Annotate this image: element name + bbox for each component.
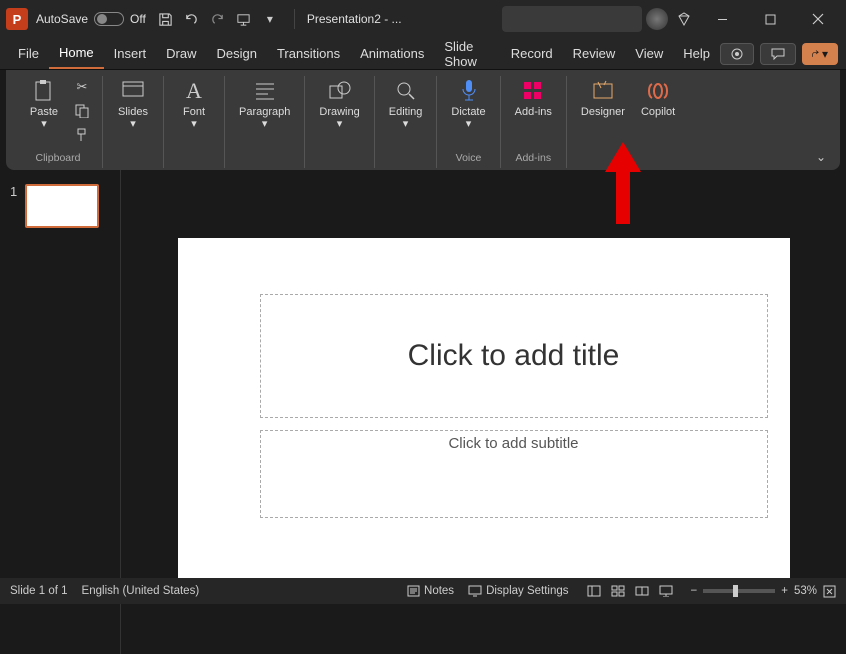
powerpoint-app-icon: P — [6, 8, 28, 30]
tab-draw[interactable]: Draw — [156, 38, 206, 69]
group-font: A Font▾ — [164, 76, 225, 168]
tab-view[interactable]: View — [625, 38, 673, 69]
tab-review[interactable]: Review — [563, 38, 626, 69]
reading-view-icon[interactable] — [631, 582, 653, 600]
document-title[interactable]: Presentation2 - ... — [307, 12, 402, 26]
tab-animations[interactable]: Animations — [350, 38, 434, 69]
autosave-label: AutoSave — [36, 12, 88, 26]
ribbon-tabs: File Home Insert Draw Design Transitions… — [0, 38, 846, 70]
notes-icon — [407, 585, 420, 597]
group-label-clipboard: Clipboard — [36, 150, 81, 168]
maximize-button[interactable] — [748, 4, 792, 34]
tab-design[interactable]: Design — [207, 38, 267, 69]
tab-help[interactable]: Help — [673, 38, 720, 69]
sorter-view-icon[interactable] — [607, 582, 629, 600]
qat-dropdown-icon[interactable]: ▾ — [258, 7, 282, 31]
toggle-off-icon[interactable] — [94, 12, 124, 26]
titlebar: P AutoSave Off ▾ Presentation2 - ... — [0, 0, 846, 38]
undo-icon[interactable] — [180, 7, 204, 31]
group-label-addins: Add-ins — [515, 150, 551, 168]
designer-button[interactable]: Designer — [575, 76, 631, 120]
group-slides: Slides▾ — [103, 76, 164, 168]
zoom-value[interactable]: 53% — [794, 585, 817, 597]
slide-thumbnail-1[interactable] — [25, 184, 99, 228]
font-button[interactable]: A Font▾ — [172, 76, 216, 132]
tab-record[interactable]: Record — [501, 38, 563, 69]
zoom-out-icon[interactable]: − — [691, 585, 698, 597]
separator — [294, 9, 295, 29]
copilot-button[interactable]: Copilot — [635, 76, 681, 120]
display-settings-button[interactable]: Display Settings — [468, 585, 568, 597]
tab-slide-show[interactable]: Slide Show — [434, 38, 500, 69]
addins-icon — [520, 78, 546, 104]
font-icon: A — [181, 78, 207, 104]
diamond-icon[interactable] — [672, 7, 696, 31]
new-slide-icon — [120, 78, 146, 104]
close-button[interactable] — [796, 4, 840, 34]
search-box[interactable] — [502, 6, 642, 32]
drawing-button[interactable]: Drawing▾ — [313, 76, 365, 132]
autosave-state: Off — [130, 12, 146, 26]
group-paragraph: Paragraph▾ — [225, 76, 305, 168]
view-buttons — [583, 582, 677, 600]
shapes-icon — [327, 78, 353, 104]
normal-view-icon[interactable] — [583, 582, 605, 600]
record-pill[interactable] — [720, 43, 754, 65]
zoom-in-icon[interactable]: + — [781, 585, 788, 597]
thumbnail-number: 1 — [10, 184, 17, 640]
paste-button[interactable]: Paste▾ — [22, 76, 66, 132]
user-avatar[interactable] — [646, 8, 668, 30]
notes-button[interactable]: Notes — [407, 585, 454, 597]
zoom-control[interactable]: − + 53% — [691, 585, 836, 598]
paragraph-button[interactable]: Paragraph▾ — [233, 76, 296, 132]
copy-icon[interactable] — [70, 100, 94, 122]
ribbon: Paste▾ ✂ Clipboard Slides▾ A Font▾ — [6, 70, 840, 170]
cut-icon[interactable]: ✂ — [70, 76, 94, 98]
tab-transitions[interactable]: Transitions — [267, 38, 350, 69]
language-status[interactable]: English (United States) — [82, 585, 200, 597]
slides-button[interactable]: Slides▾ — [111, 76, 155, 132]
present-icon[interactable] — [232, 7, 256, 31]
fit-to-window-icon[interactable] — [823, 585, 836, 598]
dictate-button[interactable]: Dictate▾ — [445, 76, 491, 132]
group-addins: Add-ins Add-ins — [501, 76, 567, 168]
group-editing: Editing▾ — [375, 76, 438, 168]
save-icon[interactable] — [154, 7, 178, 31]
group-clipboard: Paste▾ ✂ Clipboard — [14, 76, 103, 168]
share-button[interactable]: ▾ — [802, 43, 838, 65]
group-voice: Dictate▾ Voice — [437, 76, 500, 168]
addins-button[interactable]: Add-ins — [509, 76, 558, 120]
clipboard-icon — [31, 78, 57, 104]
zoom-slider[interactable] — [703, 589, 775, 593]
tab-insert[interactable]: Insert — [104, 38, 157, 69]
autosave-toggle[interactable]: AutoSave Off — [36, 12, 146, 26]
quick-access-toolbar: ▾ — [154, 7, 282, 31]
find-icon — [393, 78, 419, 104]
status-bar: Slide 1 of 1 English (United States) Not… — [0, 578, 846, 604]
display-icon — [468, 585, 482, 597]
group-drawing: Drawing▾ — [305, 76, 374, 168]
copilot-icon — [645, 78, 671, 104]
minimize-button[interactable] — [700, 4, 744, 34]
redo-icon[interactable] — [206, 7, 230, 31]
collapse-ribbon-icon[interactable]: ⌄ — [816, 150, 826, 164]
comments-pill[interactable] — [760, 43, 796, 65]
title-placeholder[interactable]: Click to add title — [260, 294, 768, 418]
slide-counter[interactable]: Slide 1 of 1 — [10, 585, 68, 597]
subtitle-placeholder[interactable]: Click to add subtitle — [260, 430, 768, 518]
slideshow-view-icon[interactable] — [655, 582, 677, 600]
editing-button[interactable]: Editing▾ — [383, 76, 429, 132]
designer-icon — [590, 78, 616, 104]
microphone-icon — [456, 78, 482, 104]
tab-home[interactable]: Home — [49, 38, 104, 69]
group-label-voice: Voice — [456, 150, 482, 168]
tab-file[interactable]: File — [8, 38, 49, 69]
paragraph-icon — [252, 78, 278, 104]
group-designer: Designer Copilot — [567, 76, 689, 168]
format-painter-icon[interactable] — [70, 124, 94, 146]
slide-canvas[interactable]: Click to add title Click to add subtitle — [178, 238, 790, 586]
